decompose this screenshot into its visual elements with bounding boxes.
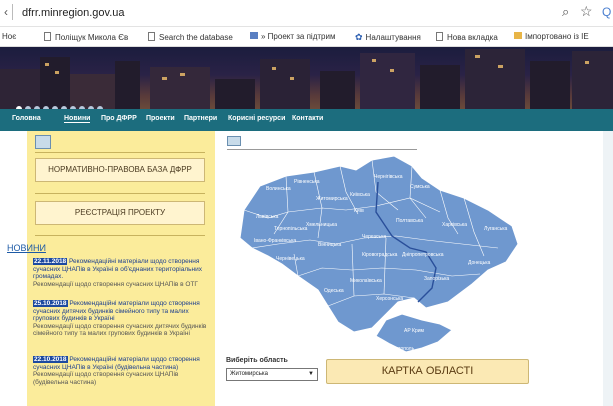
bookmark-item[interactable]: Search the database: [148, 32, 233, 42]
dropdown-arrow-icon: ▼: [308, 371, 314, 377]
site-icon: [250, 32, 258, 39]
region-zaporizka[interactable]: Запорізька: [424, 276, 449, 282]
region-rivnenska[interactable]: Рівненська: [294, 179, 320, 185]
region-vinnytska[interactable]: Вінницька: [318, 242, 342, 248]
bookmark-item[interactable]: Нова вкладка: [436, 32, 498, 42]
divider: [227, 149, 417, 150]
region-chernivetska[interactable]: Чернівецька: [276, 256, 305, 262]
address-separator: [12, 4, 13, 20]
ukraine-map: Волинська Рівненська Житомирська Київськ…: [226, 152, 526, 357]
bookmark-item[interactable]: » Проект за підтрим: [250, 32, 335, 41]
region-odeska[interactable]: Одеська: [324, 288, 344, 294]
extension-icon[interactable]: Q: [602, 5, 611, 19]
region-kyivska[interactable]: Київська: [350, 192, 370, 198]
bookmark-item[interactable]: ✿ Налаштування: [355, 32, 421, 43]
right-panel-edge: [603, 131, 613, 406]
zoom-icon[interactable]: ⌕: [562, 4, 569, 20]
region-mykolaivska[interactable]: Миколаївська: [350, 278, 382, 284]
news-date: 22.11.2018: [33, 258, 68, 265]
browser-address-bar: ‹ dfrr.minregion.gov.ua ⌕ ☆ Q: [0, 0, 613, 27]
bookmark-label: Search the database: [159, 33, 233, 42]
bookmark-label: Поліщук Микола Єв: [55, 33, 129, 42]
nav-item-projects[interactable]: Проекти: [146, 115, 175, 122]
page-icon: [436, 32, 443, 41]
region-select[interactable]: Житомирська ▼: [226, 368, 318, 381]
region-ivano-frankivska[interactable]: Івано-Франківська: [254, 238, 296, 244]
nav-item-contacts[interactable]: Контакти: [292, 115, 323, 122]
page-icon: [148, 32, 155, 41]
news-heading[interactable]: НОВИНИ: [7, 243, 46, 253]
region-khmelnytska[interactable]: Хмельницька: [306, 222, 337, 228]
nav-item-news[interactable]: Новини: [64, 115, 91, 123]
bookmark-label: Ноє: [2, 32, 17, 41]
region-sevastopol[interactable]: Севастополь: [384, 346, 415, 352]
news-item[interactable]: 22.10.2018 Рекомендаційні матеріали щодо…: [33, 356, 211, 386]
back-icon[interactable]: ‹: [4, 5, 8, 19]
bookmark-item[interactable]: Імпортовано із IE: [514, 32, 589, 41]
region-cherkaska[interactable]: Черкаська: [362, 234, 386, 240]
region-ternopilska[interactable]: Тернопільська: [274, 226, 308, 232]
region-poltavska[interactable]: Полтавська: [396, 218, 423, 224]
bookmark-item[interactable]: Ноє: [2, 32, 16, 41]
bookmarks-bar: Ноє Поліщук Микола Єв Search the databas…: [0, 27, 613, 47]
bookmark-label: Нова вкладка: [447, 33, 498, 42]
folder-icon: [514, 32, 522, 39]
nav-item-resources[interactable]: Корисні ресурси: [228, 115, 285, 122]
region-zakarpatska[interactable]: Закарпатська: [228, 251, 260, 257]
region-khersonska[interactable]: Херсонська: [376, 296, 403, 302]
region-kirovohradska[interactable]: Кіровоградська: [362, 252, 398, 258]
region-ar-krym[interactable]: АР Крим: [404, 328, 425, 334]
bookmark-item[interactable]: Поліщук Микола Єв: [44, 32, 128, 42]
news-item[interactable]: 25.10.2018 Рекомендаційні матеріали щодо…: [33, 300, 211, 338]
news-date: 25.10.2018: [33, 300, 68, 307]
region-chernihivska[interactable]: Чернігівська: [374, 174, 403, 180]
page-icon: [44, 32, 51, 41]
region-volynska[interactable]: Волинська: [266, 186, 291, 192]
region-dnipropetrovska[interactable]: Дніпропетровська: [402, 252, 444, 258]
news-subtitle: Рекомендації щодо створення сучасних ЦНА…: [33, 280, 198, 288]
nav-item-home[interactable]: Головна: [12, 115, 41, 122]
bookmark-star-icon[interactable]: ☆: [580, 3, 593, 20]
divider: [35, 235, 205, 236]
register-project-button[interactable]: РЕЄСТРАЦІЯ ПРОЕКТУ: [35, 201, 205, 225]
divider: [35, 193, 205, 194]
region-sumska[interactable]: Сумська: [410, 184, 430, 190]
ukraine-map-svg: Волинська Рівненська Житомирська Київськ…: [228, 155, 519, 353]
news-item[interactable]: 22.11.2018 Рекомендаційні матеріали щодо…: [33, 258, 211, 288]
region-map-button[interactable]: КАРТКА ОБЛАСТІ: [326, 359, 529, 384]
nav-item-about[interactable]: Про ДФРР: [101, 115, 137, 122]
nav-item-partners[interactable]: Партнери: [184, 115, 217, 122]
gear-icon: ✿: [355, 32, 363, 42]
region-donetska[interactable]: Донецька: [468, 260, 491, 266]
news-subtitle: Рекомендації щодо створення сучасних ЦНА…: [33, 371, 179, 386]
docs-icon: [35, 135, 51, 149]
region-luhanska[interactable]: Луганська: [484, 226, 507, 232]
region-zhytomyrska[interactable]: Житомирська: [316, 196, 348, 202]
map-icon: [227, 136, 241, 146]
news-subtitle: Рекомендації щодо створення сучасних дит…: [33, 322, 207, 338]
news-date: 22.10.2018: [33, 356, 68, 363]
divider: [35, 152, 205, 153]
region-kyiv[interactable]: Київ: [354, 208, 364, 214]
region-select-label: Виберіть область: [226, 357, 288, 364]
main-navigation: Головна Новини Про ДФРР Проекти Партнери…: [0, 109, 613, 131]
bookmark-label: Налаштування: [365, 33, 421, 42]
region-kharkivska[interactable]: Харківська: [442, 222, 467, 228]
region-select-value: Житомирська: [230, 371, 268, 377]
bookmark-label: Імпортовано із IE: [525, 32, 589, 41]
regulatory-base-button[interactable]: НОРМАТИВНО-ПРАВОВА БАЗА ДФРР: [35, 158, 205, 182]
region-lvivska[interactable]: Львівська: [256, 214, 279, 220]
url-field[interactable]: dfrr.minregion.gov.ua: [22, 7, 125, 19]
map-country-shape[interactable]: [239, 155, 519, 333]
bookmark-label: » Проект за підтрим: [261, 32, 336, 41]
